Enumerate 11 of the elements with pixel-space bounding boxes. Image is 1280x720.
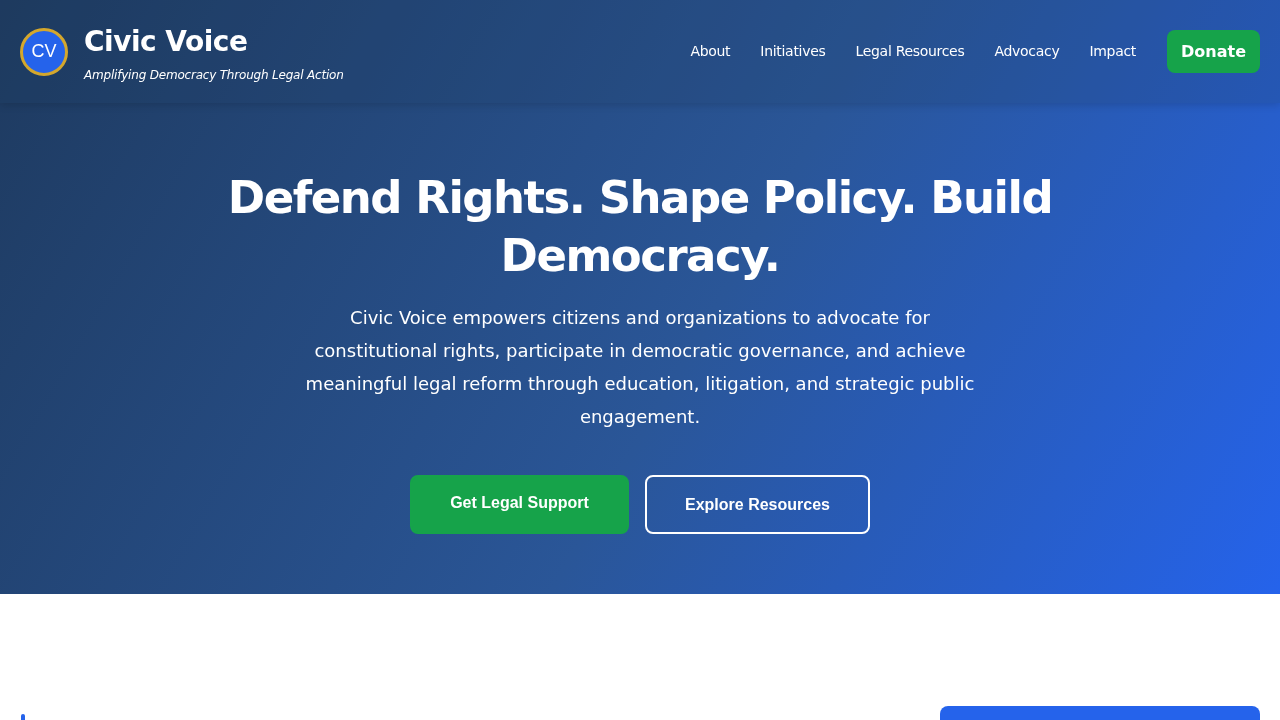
hero-description: Civic Voice empowers citizens and organizations to advocate for constitutional rights, participate in democratic governance, and achieve meaningful legal reform through education, litigation, and strategic public engagement. [304,306,976,429]
nav-link[interactable]: Advocacy [979,41,1075,62]
nav-link[interactable]: Legal Resources [840,41,980,62]
logo-icon: CV [20,27,68,76]
nav-link[interactable]: Impact [1074,41,1151,62]
site-tagline: Amplifying Democracy Through Legal Action [84,66,344,84]
explore-resources-button[interactable]: Explore Resources [645,475,870,534]
hero-headline: Defend Rights. Shape Policy. Build Democracy. [226,170,1054,284]
nav-link[interactable]: Initiatives [745,41,841,62]
nav-link[interactable]: About [675,41,746,62]
site-title: Civic Voice [84,23,249,60]
